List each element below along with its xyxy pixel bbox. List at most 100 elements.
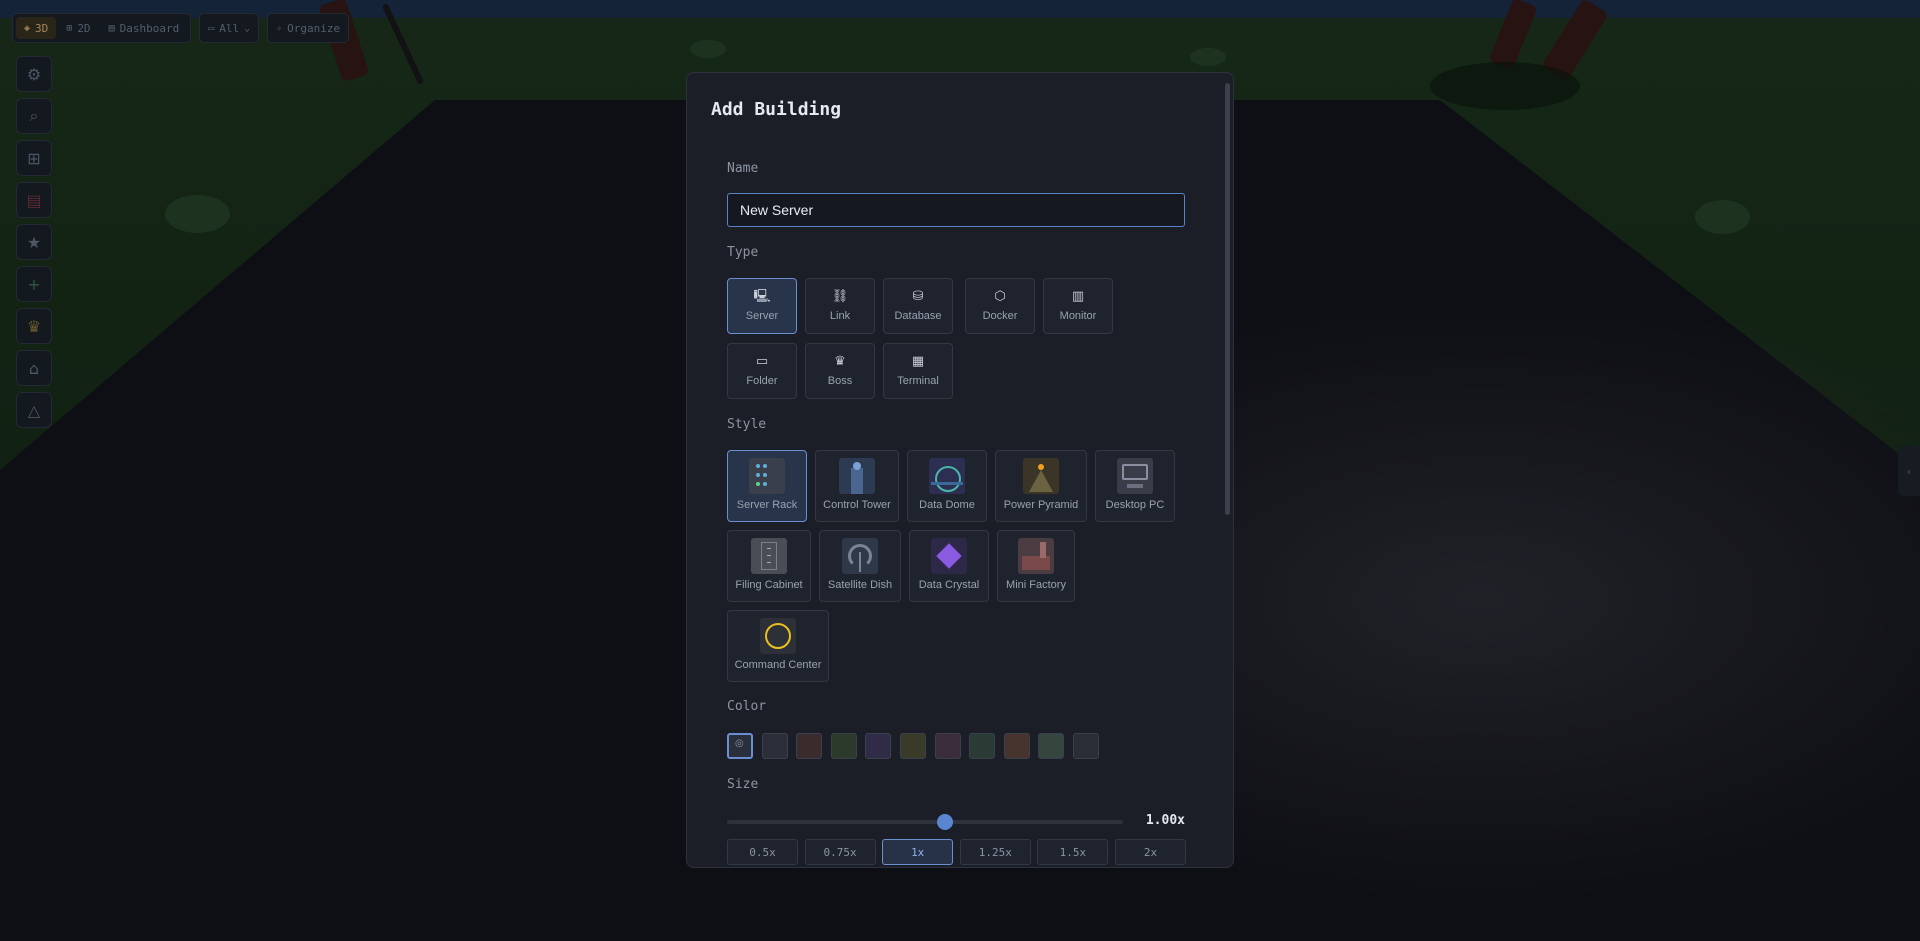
type-label-text: Monitor [1059,310,1097,322]
type-terminal[interactable]: ▦ Terminal [883,343,953,399]
color-swatch[interactable] [865,733,892,759]
dashboard-icon: ▤ [108,22,115,34]
style-power-pyramid[interactable]: Power Pyramid [995,450,1087,522]
link-icon: ⛓ [831,289,849,304]
filing-cabinet-thumbnail [751,538,787,574]
type-folder[interactable]: ▭ Folder [727,343,797,399]
color-swatch[interactable] [796,733,823,759]
size-preset-button[interactable]: 0.75x [804,839,876,865]
style-label-text: Filing Cabinet [735,579,803,591]
color-swatch[interactable] [934,733,961,759]
style-server-rack[interactable]: Server Rack [727,450,807,522]
right-panel-toggle[interactable]: ‹ [1898,446,1920,496]
color-swatch-default[interactable]: ◎ [727,733,753,759]
folder-icon: ▭ [208,22,215,34]
view-label: 2D [77,21,91,35]
control-tower-thumbnail [839,458,875,494]
view-label: 3D [35,21,49,35]
view-switcher: ◈ 3D ⊞ 2D ▤ Dashboard [12,13,192,43]
view-3d-button[interactable]: ◈ 3D [16,17,57,39]
server-icon: 🖳 [753,289,771,304]
add-building-dialog: Add Building Name Type 🖳 Server ⛓ Link ⛁… [686,72,1234,868]
style-data-dome[interactable]: Data Dome [907,450,987,522]
chevron-down-icon: ⌄ [244,22,251,34]
size-slider-track[interactable] [727,820,1123,824]
color-swatch[interactable] [969,733,996,759]
grid-icon: ⊞ [66,22,73,34]
type-server[interactable]: 🖳 Server [727,278,797,334]
filter-dropdown[interactable]: ▭ All ⌄ [199,13,260,43]
size-preset-button[interactable]: 0.5x [727,839,798,865]
sidebar-list-button[interactable]: ▤ [16,182,52,218]
type-label-text: Docker [982,310,1018,322]
sidebar-search-button[interactable]: ⌕ [16,98,52,134]
type-monitor[interactable]: ▥ Monitor [1043,278,1113,334]
type-label-text: Boss [827,375,853,387]
left-sidebar: ⚙ ⌕ ⊞ ▤ ★ + ♛ ⌂ △ [16,56,52,428]
type-boss[interactable]: ♛ Boss [805,343,875,399]
dialog-scrollbar[interactable] [1225,83,1230,515]
style-label: Style [727,417,767,432]
color-swatch[interactable] [900,733,926,759]
style-satellite-dish[interactable]: Satellite Dish [819,530,901,602]
style-label-text: Data Crystal [918,579,980,591]
type-docker[interactable]: ⬡ Docker [965,278,1035,334]
list-icon: ▤ [26,190,42,210]
star-icon: ★ [26,232,42,252]
color-swatch[interactable] [1073,733,1099,759]
organize-button[interactable]: ✧ Organize [267,13,350,43]
type-link[interactable]: ⛓ Link [805,278,875,334]
style-control-tower[interactable]: Control Tower [815,450,899,522]
power-pyramid-thumbnail [1023,458,1059,494]
style-desktop-pc[interactable]: Desktop PC [1095,450,1175,522]
size-slider-thumb[interactable] [936,814,953,830]
mini-factory-thumbnail [1018,538,1054,574]
color-swatch[interactable] [1003,733,1030,759]
view-2d-button[interactable]: ⊞ 2D [58,17,98,39]
size-preset-button[interactable]: 1.25x [959,839,1031,865]
size-preset-button[interactable]: 1.5x [1037,839,1109,865]
sidebar-favorites-button[interactable]: ★ [16,224,52,260]
cube-icon: ⬡ [994,289,1006,304]
building-icon: ⌂ [28,358,40,378]
style-label-text: Data Dome [919,499,975,511]
view-label: Dashboard [119,21,180,35]
style-mini-factory[interactable]: Mini Factory [997,530,1075,602]
type-label-text: Folder [746,375,778,387]
style-label-text: Satellite Dish [827,579,893,591]
style-data-crystal[interactable]: Data Crystal [909,530,989,602]
style-label-text: Command Center [734,659,822,671]
type-label-text: Server [745,310,779,322]
gear-icon: ⚙ [26,64,42,84]
bar-chart-icon: ▥ [1071,289,1085,304]
data-dome-thumbnail [929,458,965,494]
sidebar-settings-button[interactable]: ⚙ [16,56,52,92]
server-rack-thumbnail [749,458,785,494]
type-database[interactable]: ⛁ Database [883,278,953,334]
name-input[interactable] [727,193,1185,227]
database-icon: ⛁ [912,289,924,304]
sidebar-apps-button[interactable]: ⊞ [16,140,52,176]
apps-grid-icon: ⊞ [27,148,41,168]
layers-icon: ◈ [24,22,31,34]
size-preset-button[interactable]: 2x [1115,839,1186,865]
sidebar-buildings-button[interactable]: ⌂ [16,350,52,386]
search-icon: ⌕ [29,106,39,125]
style-filing-cabinet[interactable]: Filing Cabinet [727,530,811,602]
sidebar-add-button[interactable]: + [16,266,52,302]
style-label-text: Server Rack [736,499,798,511]
view-dashboard-button[interactable]: ▤ Dashboard [101,17,188,39]
command-center-thumbnail [760,618,796,654]
name-label: Name [727,161,759,176]
style-label-text: Power Pyramid [1003,499,1079,511]
crown-icon: ♛ [26,316,42,336]
color-swatch[interactable] [761,733,788,759]
color-swatch[interactable] [1038,733,1065,759]
color-swatch[interactable] [830,733,857,759]
sidebar-alerts-button[interactable]: △ [16,392,52,428]
style-command-center[interactable]: Command Center [727,610,829,682]
size-preset-button[interactable]: 1x [882,839,954,865]
sparkle-icon: ✧ [276,22,283,34]
size-label: Size [727,777,759,792]
sidebar-boss-button[interactable]: ♛ [16,308,52,344]
